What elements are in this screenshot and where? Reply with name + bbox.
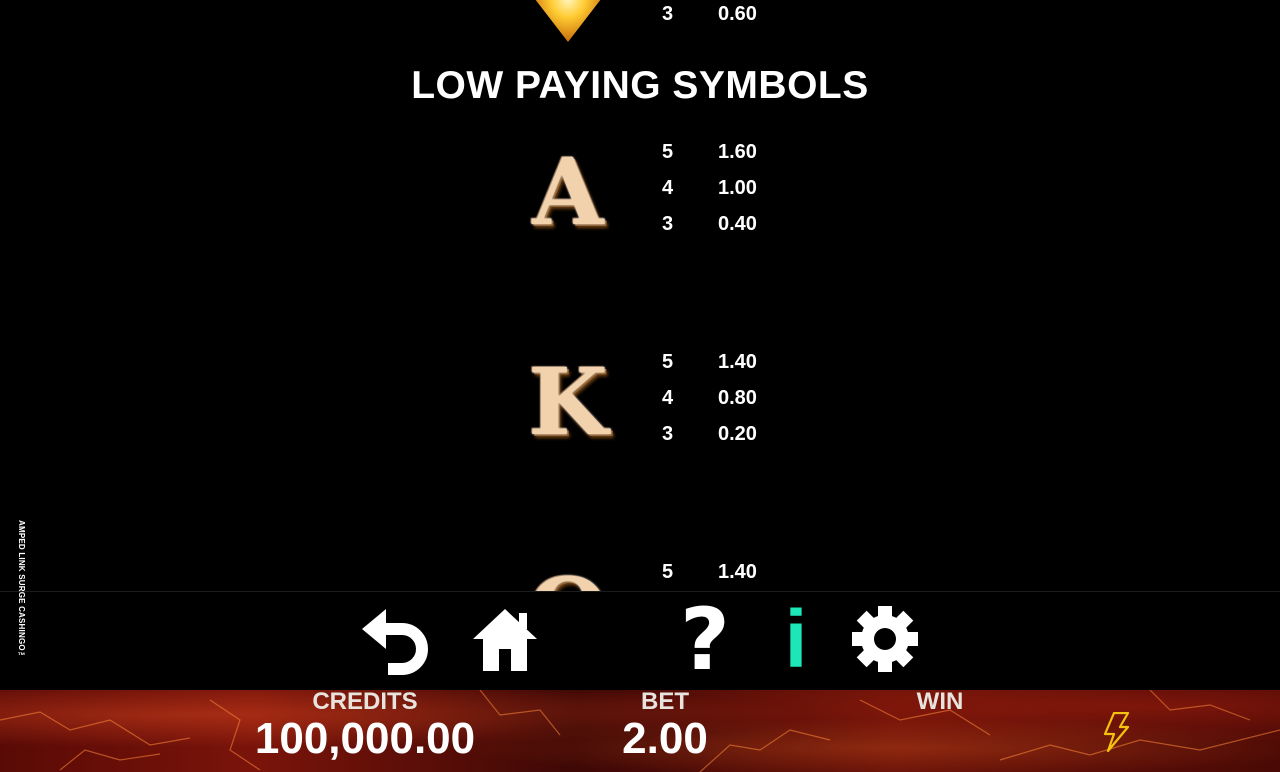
pay-count: 3 (662, 3, 674, 25)
credits-value: 100,000.00 (254, 714, 476, 763)
pay-value: 0.40 (718, 213, 757, 235)
credits-display: CREDITS 100,000.00 (240, 690, 490, 764)
help-icon: ? (680, 590, 730, 690)
pay-value: 1.40 (718, 351, 757, 373)
win-label: WIN (916, 690, 964, 715)
menu-toolbar: ? i (0, 592, 1280, 690)
bolt-button[interactable] (1102, 711, 1130, 757)
paytable-content[interactable]: 3 0.60 LOW PAYING SYMBOLS A 5 1.60 4 1.00 … (0, 0, 1280, 591)
game-title: AMPED LINK SURGE CASHINGO™ (17, 520, 26, 660)
pay-count: 4 (662, 387, 674, 409)
help-button[interactable]: ? (668, 590, 742, 690)
win-display: WIN (880, 690, 1000, 714)
pay-count: 4 (662, 177, 674, 199)
pay-value: 0.20 (718, 423, 757, 445)
credits-label: CREDITS (312, 690, 418, 715)
bottom-bar: CREDITS 100,000.00 BET 2.00 WIN (0, 690, 1280, 772)
settings-button[interactable] (850, 604, 920, 674)
bet-label: BET (641, 690, 689, 715)
info-button[interactable]: i (776, 598, 816, 682)
lightning-bolt-icon (1103, 711, 1130, 753)
pay-count: 5 (662, 351, 674, 373)
symbol-k: K (528, 348, 608, 456)
home-icon (473, 609, 537, 671)
gem-symbol-icon (532, 0, 604, 42)
section-title: LOW PAYING SYMBOLS (411, 64, 869, 107)
symbol-a: A (532, 138, 604, 246)
pay-value: 1.00 (718, 177, 757, 199)
pay-value: 1.60 (718, 141, 757, 163)
undo-arrow-icon (362, 609, 428, 675)
pay-value: 0.60 (718, 3, 757, 25)
symbol-q: Q (518, 562, 618, 591)
pay-value: 1.40 (718, 561, 757, 583)
home-button[interactable] (470, 604, 540, 674)
pay-count: 5 (662, 141, 674, 163)
pay-count: 5 (662, 561, 674, 583)
symbol-k-pays: 5 1.40 4 0.80 3 0.20 (662, 350, 757, 458)
symbol-a-pays: 5 1.60 4 1.00 3 0.40 (662, 140, 757, 248)
pay-count: 3 (662, 213, 674, 235)
info-icon: i (784, 594, 808, 685)
back-button[interactable] (356, 606, 432, 676)
pay-count: 3 (662, 423, 674, 445)
pay-value: 0.80 (718, 387, 757, 409)
bet-display[interactable]: BET 2.00 (590, 690, 740, 764)
bet-value: 2.00 (622, 714, 708, 763)
gear-icon (852, 606, 918, 672)
top-pay-row: 3 0.60 (662, 2, 757, 38)
symbol-q-pays: 5 1.40 (662, 560, 757, 591)
